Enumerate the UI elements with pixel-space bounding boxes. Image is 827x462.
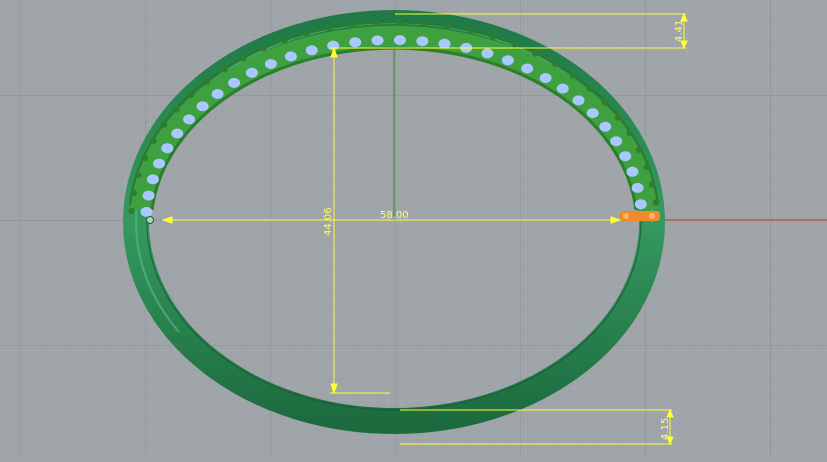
stone[interactable] — [572, 95, 585, 106]
viewport-canvas[interactable]: 58.00 44.06 4.41 4.15 — [0, 0, 827, 458]
stone[interactable] — [211, 89, 224, 99]
stone[interactable] — [539, 73, 552, 83]
prong — [373, 19, 380, 26]
prong — [551, 60, 558, 67]
stone[interactable] — [264, 59, 277, 69]
prong — [586, 85, 593, 92]
stone[interactable] — [521, 63, 534, 74]
inner-width-label: 58.00 — [380, 210, 409, 221]
stone[interactable] — [438, 38, 451, 49]
prong — [187, 91, 195, 99]
prong — [614, 114, 622, 121]
hinge[interactable] — [620, 211, 660, 221]
3d-viewport[interactable]: 58.00 44.06 4.41 4.15 — [0, 0, 827, 458]
prong — [532, 50, 539, 57]
prong — [626, 130, 633, 137]
stone[interactable] — [140, 206, 153, 217]
top-thickness-label: 4.41 — [674, 20, 685, 42]
prong — [221, 65, 228, 73]
bottom-thickness-label: 4.15 — [660, 418, 671, 440]
stone[interactable] — [626, 166, 639, 177]
prong — [444, 23, 451, 30]
stone[interactable] — [599, 121, 612, 132]
prong — [303, 30, 310, 37]
stone[interactable] — [245, 67, 258, 78]
stone[interactable] — [556, 83, 569, 94]
prong — [467, 27, 474, 34]
prong — [240, 54, 247, 62]
inner-height-label: 44.06 — [323, 207, 334, 236]
prong — [141, 154, 149, 161]
prong — [281, 36, 288, 44]
prong — [652, 199, 659, 206]
prong — [569, 72, 577, 79]
prong — [420, 20, 428, 27]
prong — [349, 21, 356, 28]
stone[interactable] — [634, 199, 647, 210]
prong — [173, 106, 180, 113]
prong — [643, 163, 650, 171]
prong — [130, 189, 137, 197]
stone[interactable] — [153, 158, 166, 169]
prong — [601, 99, 608, 106]
prong — [150, 137, 157, 145]
stone[interactable] — [501, 55, 514, 66]
prong — [489, 33, 497, 40]
prong — [128, 207, 135, 215]
prong — [326, 24, 333, 32]
prong — [511, 41, 518, 48]
stone[interactable] — [305, 45, 318, 56]
stone[interactable] — [586, 108, 599, 119]
prong — [260, 45, 267, 52]
stone[interactable] — [349, 37, 362, 48]
stone[interactable] — [416, 36, 429, 47]
stone[interactable] — [371, 35, 384, 46]
prong — [649, 181, 656, 188]
prong — [203, 78, 211, 85]
stone[interactable] — [228, 77, 241, 88]
stone[interactable] — [481, 48, 494, 59]
stone[interactable] — [610, 136, 623, 147]
stone[interactable] — [619, 151, 632, 162]
stone[interactable] — [142, 190, 155, 201]
stone[interactable] — [183, 114, 196, 125]
stone[interactable] — [171, 128, 184, 139]
left-clasp-pin[interactable] — [146, 216, 154, 224]
stone[interactable] — [146, 174, 159, 185]
stone[interactable] — [196, 101, 209, 112]
stone[interactable] — [284, 51, 297, 62]
prong — [135, 172, 142, 179]
stone[interactable] — [393, 35, 406, 46]
stone[interactable] — [161, 143, 174, 154]
prong — [161, 121, 168, 128]
prong — [636, 146, 643, 153]
stone[interactable] — [631, 182, 644, 193]
prong — [397, 18, 404, 26]
